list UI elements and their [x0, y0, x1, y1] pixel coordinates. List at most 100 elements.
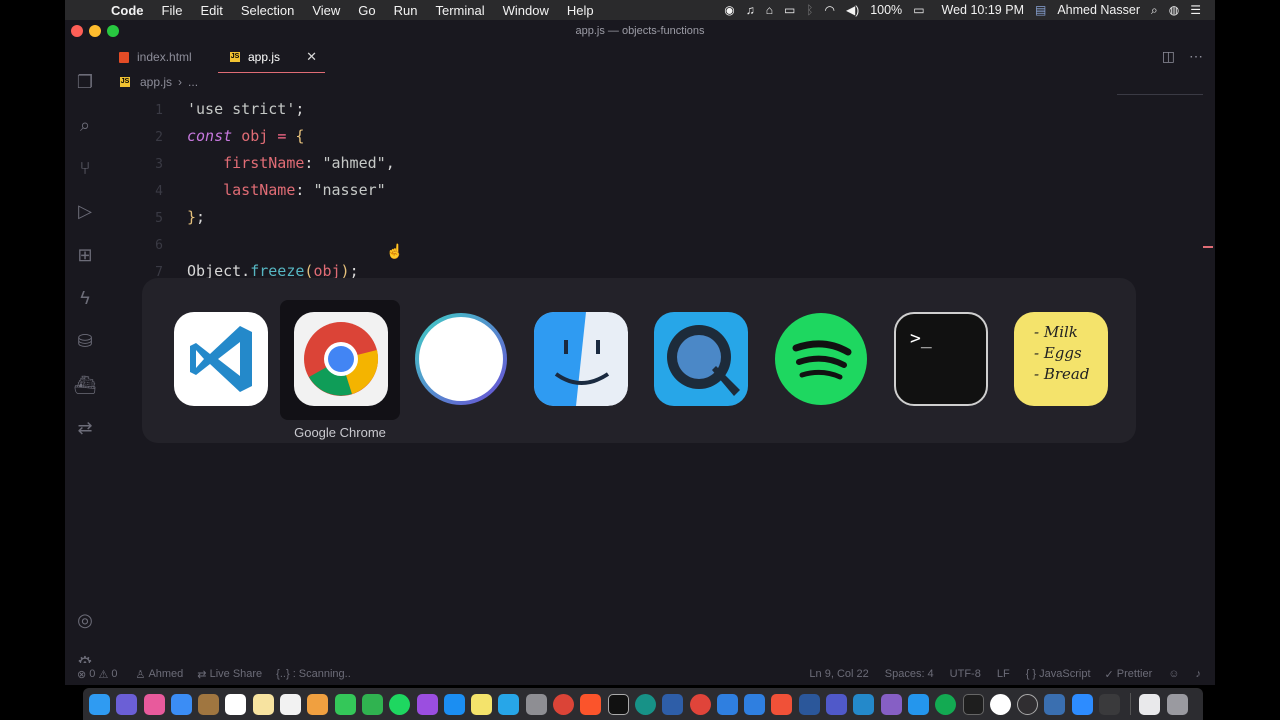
bluetooth-icon[interactable]: ᛒ	[806, 3, 813, 17]
cancel-app-dock-icon[interactable]	[689, 693, 711, 715]
end-of-line[interactable]: LF	[997, 668, 1010, 680]
menu-help[interactable]: Help	[567, 3, 594, 18]
tooth-icon[interactable]: ⌂	[766, 3, 773, 17]
podcasts-dock-icon[interactable]	[416, 693, 438, 715]
globe-dock-icon[interactable]	[1044, 693, 1066, 715]
spotify-dock-icon[interactable]	[389, 693, 411, 715]
encoding[interactable]: UTF-8	[950, 668, 981, 680]
language-mode[interactable]: { } JavaScript	[1026, 668, 1091, 680]
circle-dock-icon[interactable]	[989, 693, 1011, 715]
switcher-app-circle[interactable]	[400, 300, 520, 420]
user-name[interactable]: Ahmed Nasser	[1057, 3, 1140, 17]
live-share-icon[interactable]: ⇄	[73, 416, 97, 440]
problems-indicator[interactable]: ⊗ 0 ⚠ 0	[77, 668, 118, 681]
search-icon[interactable]: ⌕	[73, 113, 97, 137]
safari-dock-icon[interactable]	[170, 693, 192, 715]
menu-go[interactable]: Go	[358, 3, 375, 18]
upload-dock-icon[interactable]	[716, 693, 738, 715]
git-user[interactable]: ♙ Ahmed	[136, 668, 184, 681]
scanning-status[interactable]: {..} : Scanning..	[276, 668, 351, 680]
notes-dock-icon[interactable]	[252, 693, 274, 715]
photos-dock-icon[interactable]	[307, 693, 329, 715]
cursor-position[interactable]: Ln 9, Col 22	[809, 668, 868, 680]
feedback-icon[interactable]: ☺	[1168, 668, 1179, 680]
pen-dock-icon[interactable]	[744, 693, 766, 715]
extensions-icon[interactable]: ⊞	[73, 243, 97, 267]
control-center-icon[interactable]: ☰	[1190, 3, 1201, 17]
siri-icon[interactable]: ◍	[1169, 3, 1179, 17]
menu-edit[interactable]: Edit	[200, 3, 222, 18]
messages-dock-icon[interactable]	[334, 693, 356, 715]
switcher-app-quicktime[interactable]	[640, 300, 760, 420]
teams-dock-icon[interactable]	[826, 693, 848, 715]
minimize-window-button[interactable]	[89, 25, 101, 37]
clock[interactable]: Wed 10:19 PM	[942, 3, 1024, 17]
menu-run[interactable]: Run	[394, 3, 418, 18]
menu-file[interactable]: File	[162, 3, 183, 18]
quicktime-dock-icon[interactable]	[498, 693, 520, 715]
menu-view[interactable]: View	[312, 3, 340, 18]
reminders-dock-icon[interactable]	[280, 693, 302, 715]
close-window-button[interactable]	[71, 25, 83, 37]
zoom-window-button[interactable]	[107, 25, 119, 37]
live-share-button[interactable]: ⇄ Live Share	[197, 668, 262, 681]
menu-app-name[interactable]: Code	[111, 3, 144, 18]
zoom-dock-icon[interactable]	[1071, 693, 1093, 715]
tab-app-js[interactable]: JS app.js ✕	[218, 42, 325, 73]
gitkraken-dock-icon[interactable]	[634, 693, 656, 715]
wifi-icon[interactable]: ◠	[824, 3, 834, 17]
menu-selection[interactable]: Selection	[241, 3, 294, 18]
flag-icon[interactable]: ▤	[1035, 3, 1046, 17]
record-icon[interactable]: ◉	[724, 3, 734, 17]
stickies-dock-icon[interactable]	[471, 693, 493, 715]
finder-dock-icon[interactable]	[89, 693, 110, 715]
terminal-dock-icon[interactable]	[607, 693, 629, 715]
breadcrumb-rest[interactable]: ...	[188, 75, 198, 89]
switcher-app-chrome[interactable]	[280, 300, 400, 420]
settings-dock-icon[interactable]	[525, 693, 547, 715]
figma-dock-icon[interactable]	[962, 693, 984, 715]
search-icon[interactable]: ⌕	[1151, 3, 1158, 18]
box-dock-icon[interactable]	[198, 693, 220, 715]
indentation[interactable]: Spaces: 4	[885, 668, 934, 680]
word-dock-icon[interactable]	[798, 693, 820, 715]
split-editor-icon[interactable]: ◫	[1162, 48, 1175, 65]
switcher-app-spotify[interactable]	[760, 300, 880, 420]
app-store-dock-icon[interactable]	[443, 693, 465, 715]
document-dock-icon[interactable]	[1139, 693, 1161, 715]
grid-app-dock-icon[interactable]	[143, 693, 165, 715]
lightning-icon[interactable]: ϟ	[73, 286, 97, 310]
close-tab-icon[interactable]: ✕	[306, 42, 317, 72]
breadcrumb-file[interactable]: app.js	[140, 75, 172, 89]
switcher-app-finder[interactable]	[520, 300, 640, 420]
switcher-app-terminal[interactable]: >_	[880, 300, 1000, 420]
battery-icon[interactable]: ▭	[913, 3, 924, 17]
facetime-dock-icon[interactable]	[361, 693, 383, 715]
python-icon[interactable]: ⛁	[73, 329, 97, 353]
volume-icon[interactable]: ◀)	[846, 3, 859, 17]
display-icon[interactable]: ▭	[784, 3, 795, 17]
vscode-dock-icon[interactable]	[853, 693, 875, 715]
chrome-dock-icon[interactable]	[553, 693, 575, 715]
network-dock-icon[interactable]	[662, 693, 684, 715]
mongodb-dock-icon[interactable]	[935, 693, 957, 715]
run-debug-icon[interactable]: ▷	[73, 199, 97, 223]
minimap[interactable]	[1117, 94, 1203, 95]
menu-terminal[interactable]: Terminal	[436, 3, 485, 18]
switcher-app-vscode[interactable]	[160, 300, 280, 420]
obs-dock-icon[interactable]	[1017, 693, 1039, 715]
visual-studio-dock-icon[interactable]	[880, 693, 902, 715]
docker-dock-icon[interactable]	[907, 693, 929, 715]
calculator-dock-icon[interactable]	[1098, 693, 1120, 715]
launchpad-dock-icon[interactable]	[116, 693, 138, 715]
airpods-icon[interactable]: ♫	[746, 3, 755, 17]
docker-icon[interactable]: ⛴	[73, 373, 97, 397]
menu-window[interactable]: Window	[503, 3, 549, 18]
account-icon[interactable]: ◎	[73, 608, 97, 632]
explorer-icon[interactable]: ❐	[73, 70, 97, 94]
source-control-icon[interactable]: ⑂	[73, 156, 97, 180]
swift-dock-icon[interactable]	[771, 693, 793, 715]
brave-dock-icon[interactable]	[580, 693, 602, 715]
prettier-status[interactable]: ✓ Prettier	[1105, 668, 1153, 681]
more-actions-icon[interactable]: ⋯	[1189, 48, 1203, 65]
